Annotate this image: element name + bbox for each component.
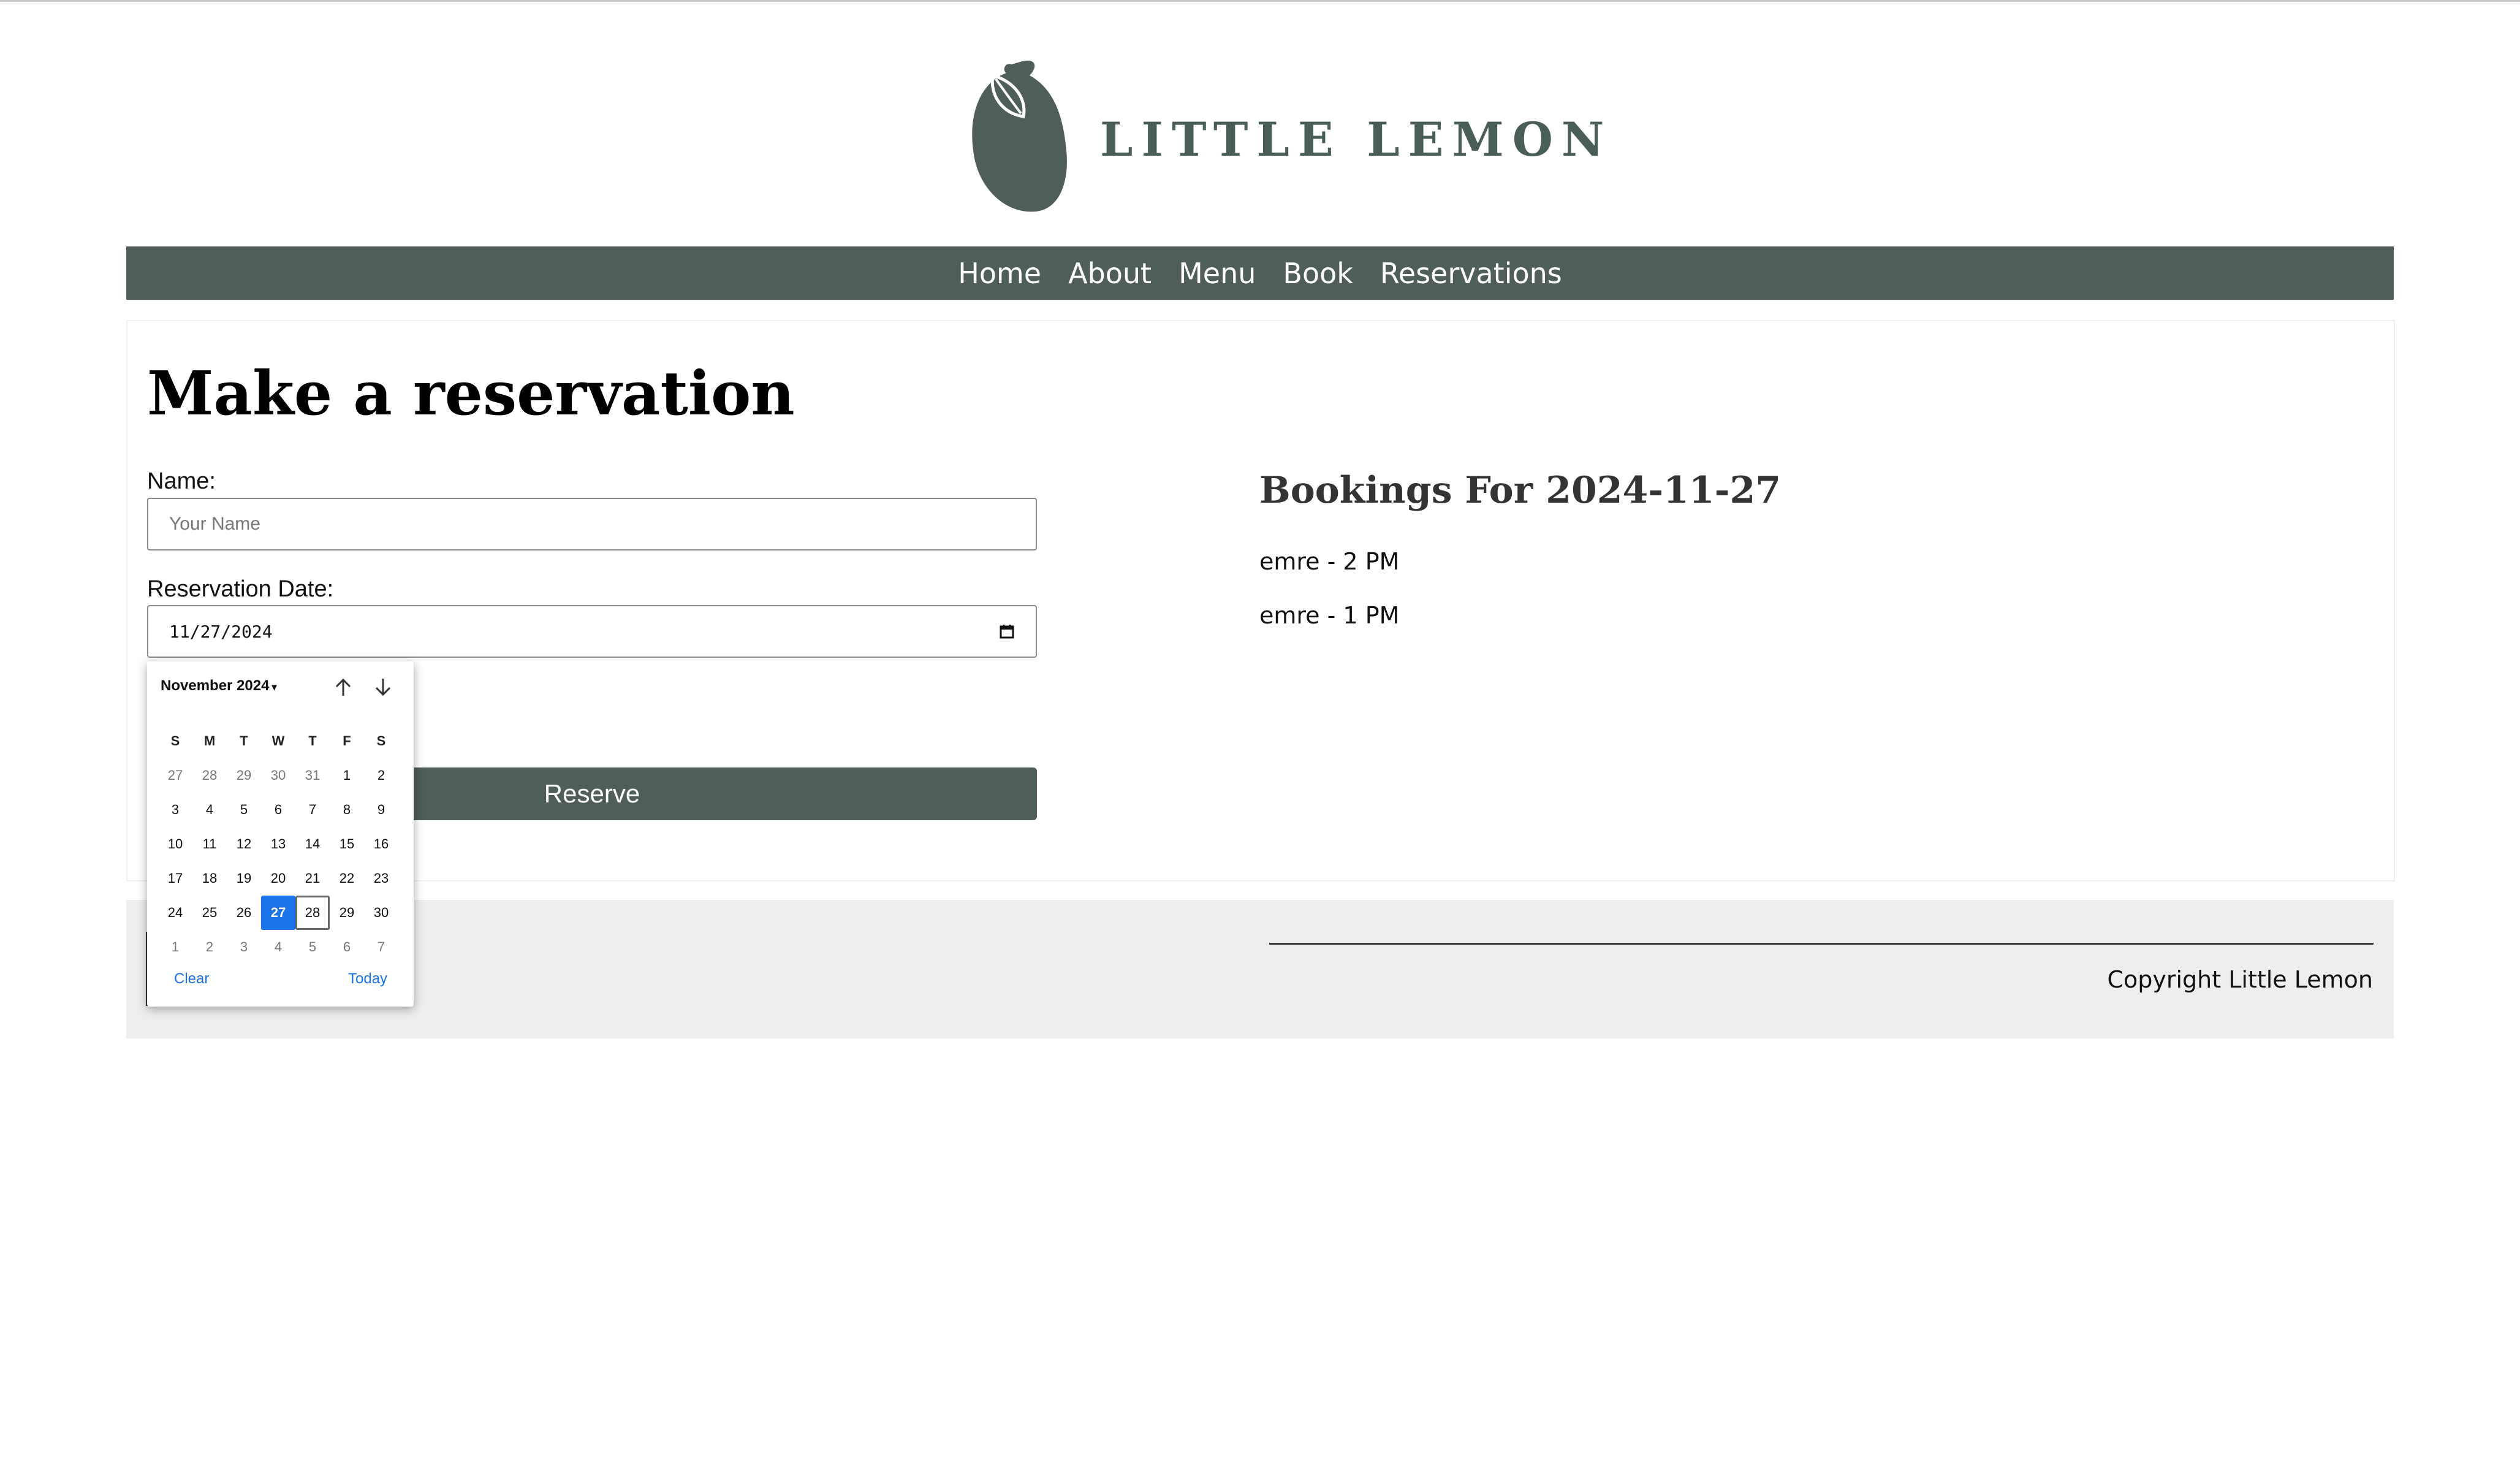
calendar-day[interactable]: 4 (261, 930, 295, 964)
calendar-day[interactable]: 1 (158, 930, 192, 964)
calendar-day[interactable]: 24 (158, 896, 192, 930)
calendar-day[interactable]: 29 (330, 896, 364, 930)
next-month-arrow-icon[interactable] (371, 675, 395, 699)
calendar-day[interactable]: 22 (330, 861, 364, 896)
bookings-title: Bookings For 2024-11-27 (1259, 469, 1781, 512)
calendar-day[interactable]: 28 (295, 896, 330, 930)
calendar-day[interactable]: 3 (158, 793, 192, 827)
caret-down-icon: ▾ (271, 682, 277, 693)
weekday-header: T (308, 733, 317, 748)
date-value: 11/27/2024 (169, 621, 273, 642)
today-button[interactable]: Today (348, 970, 387, 988)
calendar-day[interactable]: 16 (364, 827, 398, 861)
calendar-day[interactable]: 27 (261, 896, 295, 930)
window-top-border (0, 0, 2520, 2)
calendar-day[interactable]: 5 (295, 930, 330, 964)
name-label: Name: (147, 468, 216, 494)
name-input[interactable] (147, 498, 1037, 550)
calendar-day[interactable]: 2 (364, 758, 398, 793)
calendar-day[interactable]: 8 (330, 793, 364, 827)
site-logo[interactable]: LITTLE LEMON (968, 58, 1604, 224)
calendar-day[interactable]: 5 (227, 793, 261, 827)
calendar-day[interactable]: 12 (227, 827, 261, 861)
calendar-day[interactable]: 15 (330, 827, 364, 861)
nav-about-link[interactable]: About (1068, 257, 1152, 290)
booking-item: emre - 2 PM (1259, 548, 1400, 575)
calendar-day[interactable]: 2 (192, 930, 227, 964)
calendar-day[interactable]: 6 (330, 930, 364, 964)
weekday-header: T (240, 733, 248, 748)
copyright-text: Copyright Little Lemon (2107, 966, 2373, 993)
calendar-icon[interactable] (999, 623, 1015, 639)
calendar-day[interactable]: 28 (192, 758, 227, 793)
reservation-date-label: Reservation Date: (147, 576, 334, 602)
nav-menu-link[interactable]: Menu (1178, 257, 1256, 290)
calendar-grid: S M T W T F S 27 28 29 30 31 1 2 3 4 5 6 7 8 9 10 11 12 13 14 15 16… (158, 724, 398, 964)
calendar-day[interactable]: 7 (364, 930, 398, 964)
calendar-day[interactable]: 26 (227, 896, 261, 930)
calendar-day[interactable]: 18 (192, 861, 227, 896)
calendar-day[interactable]: 29 (227, 758, 261, 793)
lemon-icon (972, 60, 1067, 212)
calendar-day[interactable]: 10 (158, 827, 192, 861)
footer-divider (1269, 943, 2374, 945)
calendar-day[interactable]: 14 (295, 827, 330, 861)
calendar-day[interactable]: 9 (364, 793, 398, 827)
calendar-day[interactable]: 6 (261, 793, 295, 827)
calendar-day[interactable]: 7 (295, 793, 330, 827)
calendar-day[interactable]: 17 (158, 861, 192, 896)
reservation-date-input[interactable]: 11/27/2024 (147, 605, 1037, 658)
calendar-day[interactable]: 27 (158, 758, 192, 793)
calendar-day[interactable]: 11 (192, 827, 227, 861)
page-title: Make a reservation (147, 359, 795, 429)
calendar-day[interactable]: 20 (261, 861, 295, 896)
month-year-select[interactable]: November 2024 ▾ (161, 677, 276, 695)
calendar-day[interactable]: 30 (364, 896, 398, 930)
nav-home-link[interactable]: Home (958, 257, 1041, 290)
calendar-day[interactable]: 4 (192, 793, 227, 827)
booking-list: emre - 2 PM emre - 1 PM (1259, 546, 1399, 653)
calendar-day[interactable]: 1 (330, 758, 364, 793)
date-picker-popup: November 2024 ▾ S M T W T F S 27 28 29 30 31 1 2 3 4 5 6 7 8… (147, 661, 414, 1007)
main-nav: Home About Menu Book Reservations (126, 246, 2394, 300)
weekday-header: S (376, 733, 386, 748)
previous-month-arrow-icon[interactable] (331, 675, 355, 699)
nav-book-link[interactable]: Book (1283, 257, 1353, 290)
calendar-day[interactable]: 19 (227, 861, 261, 896)
nav-reservations-link[interactable]: Reservations (1380, 257, 1562, 290)
calendar-day[interactable]: 3 (227, 930, 261, 964)
calendar-day[interactable]: 30 (261, 758, 295, 793)
month-year-label: November 2024 (161, 677, 270, 694)
weekday-header: W (271, 733, 285, 748)
booking-item: emre - 1 PM (1259, 602, 1400, 629)
weekday-header: F (343, 733, 351, 748)
clear-button[interactable]: Clear (174, 970, 209, 988)
brand-name: LITTLE LEMON (1100, 112, 1613, 167)
weekday-header: M (203, 733, 216, 748)
site-footer: Copyright Little Lemon (126, 900, 2394, 1038)
calendar-day[interactable]: 13 (261, 827, 295, 861)
weekday-header: S (170, 733, 180, 748)
calendar-day[interactable]: 31 (295, 758, 330, 793)
calendar-day[interactable]: 21 (295, 861, 330, 896)
calendar-day[interactable]: 23 (364, 861, 398, 896)
calendar-day[interactable]: 25 (192, 896, 227, 930)
